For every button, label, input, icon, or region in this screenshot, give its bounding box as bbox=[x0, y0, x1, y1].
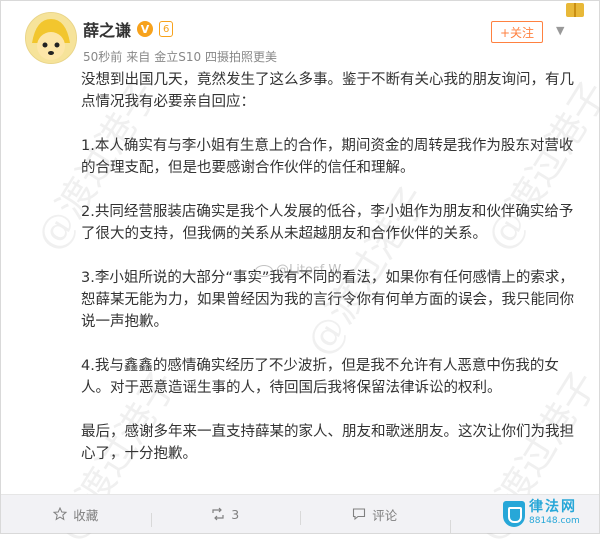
author-row: 薛之谦 V 6 bbox=[83, 17, 174, 41]
site-logo: 律法网 88148.com bbox=[503, 497, 580, 531]
post-paragraph: 最后，感谢多年来一直支持薛某的家人、朋友和歌迷朋友。这次让你们为我担心了，十分抱… bbox=[81, 424, 574, 462]
favorite-button[interactable]: 收藏 bbox=[1, 505, 151, 524]
post-source[interactable]: 金立S10 四摄拍照更美 bbox=[154, 48, 277, 65]
author-name[interactable]: 薛之谦 bbox=[83, 17, 131, 41]
comment-button[interactable]: 评论 bbox=[300, 505, 450, 525]
star-icon bbox=[53, 507, 68, 521]
repost-button[interactable]: 3 bbox=[150, 506, 301, 527]
verified-icon[interactable]: V bbox=[137, 21, 154, 37]
post-paragraph: 2.共同经营服装店确实是我个人发展的低谷，李小姐作为朋友和伙伴确实给予了很大的支… bbox=[81, 204, 574, 242]
repost-count: 3 bbox=[231, 506, 240, 522]
post-time[interactable]: 50秒前 bbox=[83, 48, 122, 65]
post-paragraph: 4.我与鑫鑫的感情确实经历了不少波折，但是我不允许有人恶意中伤我的女人。对于恶意… bbox=[81, 358, 559, 396]
site-url: 88148.com bbox=[529, 516, 580, 526]
favorite-label: 收藏 bbox=[73, 507, 99, 523]
comment-label: 评论 bbox=[372, 507, 398, 523]
post-paragraph: 没想到出国几天，竟然发生了这么多事。鉴于不断有关心我的朋友询问，有几点情况我有必… bbox=[81, 72, 574, 110]
level-badge[interactable]: 6 bbox=[159, 21, 174, 37]
post-paragraph: 3.李小姐所说的大部分“事实”我有不同的看法，如果你有任何感情上的索求，恕薛某无… bbox=[81, 270, 574, 330]
follow-button[interactable]: +关注 bbox=[491, 21, 543, 43]
gift-icon[interactable] bbox=[566, 3, 584, 17]
chevron-down-icon[interactable]: ▼ bbox=[556, 24, 564, 37]
site-name: 律法网 bbox=[529, 499, 577, 515]
avatar[interactable] bbox=[25, 12, 77, 64]
post-meta: 50秒前 来自 金立S10 四摄拍照更美 bbox=[83, 48, 277, 65]
avatar-image bbox=[26, 13, 76, 63]
source-prefix: 来自 bbox=[126, 50, 151, 64]
repost-icon bbox=[212, 507, 224, 521]
site-logo-text: 律法网 88148.com bbox=[529, 500, 580, 528]
post-content: 没想到出国几天，竟然发生了这么多事。鉴于不断有关心我的朋友询问，有几点情况我有必… bbox=[81, 69, 581, 465]
shield-icon bbox=[503, 501, 525, 527]
comment-icon bbox=[353, 508, 366, 521]
post-paragraph: 1.本人确实有与李小姐有生意上的合作，期间资金的周转是我作为股东对营收的合理支配… bbox=[81, 138, 574, 176]
